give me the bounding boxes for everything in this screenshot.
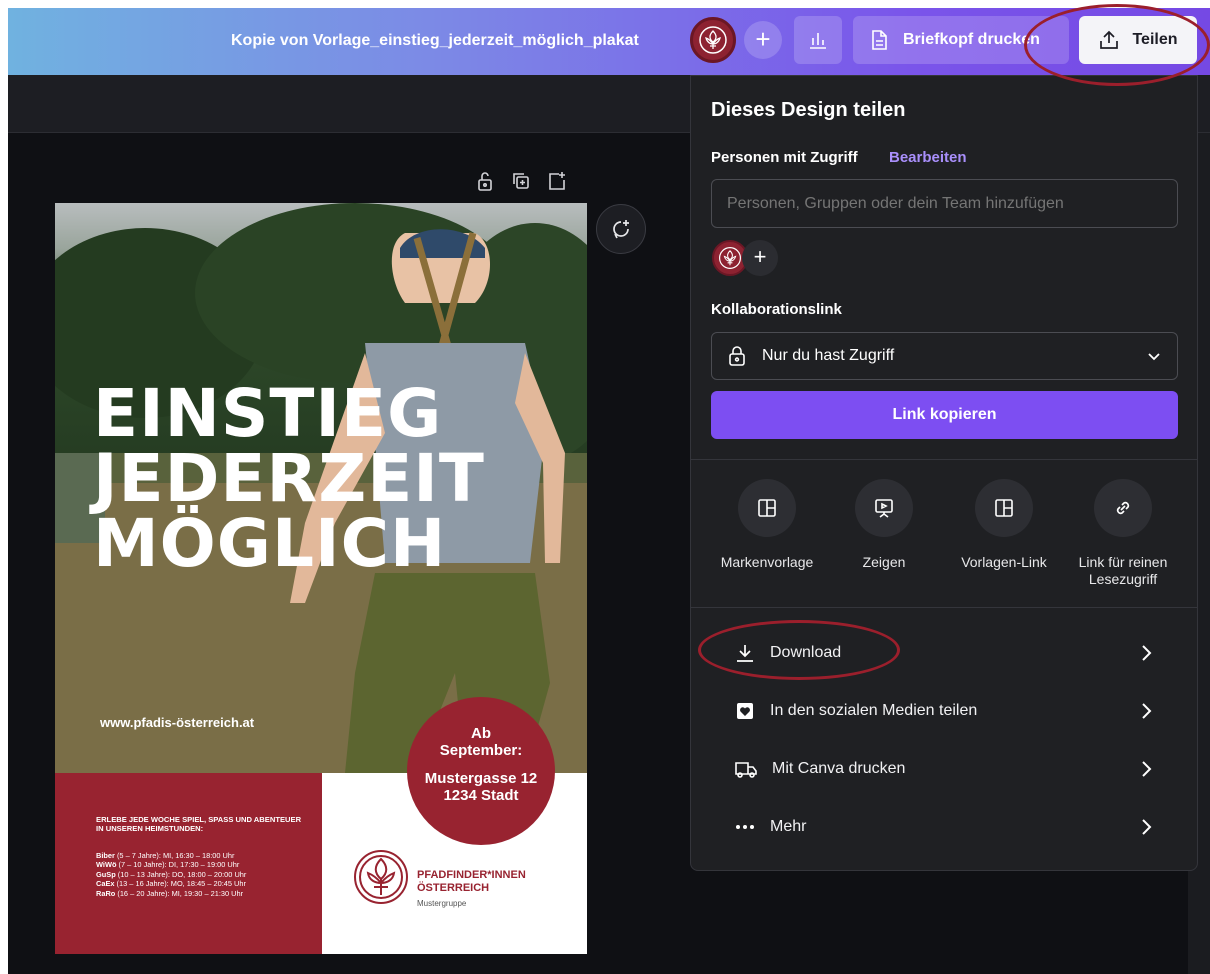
scout-lily-icon	[699, 26, 727, 54]
org-group: Mustergruppe	[417, 899, 467, 908]
address-line-2: 1234 Stadt	[443, 787, 519, 804]
schedule-item: Biber (5 – 7 Jahre): MI, 16:30 – 18:00 U…	[96, 851, 235, 860]
social-share-row[interactable]: In den sozialen Medien teilen	[691, 682, 1197, 740]
option-label: Zeigen	[862, 554, 906, 570]
page-tools	[474, 170, 568, 192]
org-name-line-1: PFADFINDER*INNEN	[417, 869, 526, 881]
heart-icon	[737, 703, 753, 719]
lock-icon	[729, 346, 745, 366]
scout-logo-icon	[354, 850, 408, 904]
add-page-icon[interactable]	[546, 170, 568, 192]
option-label: Markenvorlage	[720, 554, 814, 570]
option-label: Vorlagen-Link	[961, 554, 1047, 570]
access-label: Personen mit Zugriff	[711, 149, 858, 166]
access-level-value: Nur du hast Zugriff	[762, 347, 895, 364]
add-people-input[interactable]	[711, 179, 1178, 228]
org-name: PFADFINDER*INNEN ÖSTERREICH	[417, 869, 526, 895]
poster-headline: EINSTIEG JEDERZEIT MÖGLICH	[93, 375, 485, 582]
add-comment-icon	[613, 220, 629, 239]
org-name-line-2: ÖSTERREICH	[417, 882, 490, 894]
option-present[interactable]: Zeigen	[824, 479, 944, 571]
canva-print-row[interactable]: Mit Canva drucken	[691, 740, 1197, 798]
chevron-down-icon	[1148, 353, 1160, 361]
schedule-box: ERLEBE JEDE WOCHE SPIEL, SPASS UND ABENT…	[55, 773, 322, 954]
add-collaborator-button[interactable]: +	[744, 21, 782, 59]
schedule-intro: ERLEBE JEDE WOCHE SPIEL, SPASS UND ABENT…	[96, 815, 302, 833]
collab-link-label: Kollaborationslink	[711, 301, 842, 318]
annotation-circle-download	[698, 620, 900, 680]
layout-icon	[758, 499, 776, 517]
document-icon	[872, 30, 887, 50]
bar-chart-icon	[810, 33, 826, 49]
chevron-right-icon	[1142, 819, 1152, 835]
annotation-circle-share	[1024, 4, 1210, 86]
share-panel-title: Dieses Design teilen	[711, 99, 906, 121]
date-badge: Ab September: Mustergasse 12 1234 Stadt	[407, 697, 555, 845]
chevron-right-icon	[1142, 703, 1152, 719]
edit-access-link[interactable]: Bearbeiten	[889, 149, 967, 166]
more-row[interactable]: Mehr	[691, 798, 1197, 856]
document-title[interactable]: Kopie von Vorlage_einstieg_jederzeit_mög…	[231, 32, 639, 50]
truck-icon	[735, 762, 757, 778]
link-icon	[1116, 501, 1130, 515]
comment-button[interactable]	[596, 204, 646, 254]
schedule-item: CaEx (13 – 16 Jahre): MO, 18:45 – 20:45 …	[96, 879, 246, 889]
social-share-label: In den sozialen Medien teilen	[770, 702, 978, 719]
headline-line-2: JEDERZEIT	[93, 440, 485, 517]
more-label: Mehr	[770, 818, 807, 835]
user-avatar[interactable]	[690, 17, 736, 63]
schedule-item: RaRo (16 – 20 Jahre): MI, 19:30 – 21:30 …	[96, 888, 244, 898]
schedule-item: GuSp (10 – 13 Jahre): DO, 18:00 – 20:00 …	[96, 869, 247, 879]
divider	[691, 607, 1197, 608]
print-letterhead-label: Briefkopf drucken	[903, 31, 1040, 48]
date-line-1: Ab	[471, 725, 491, 742]
option-brand-template[interactable]: Markenvorlage	[707, 479, 827, 571]
headline-line-3: MÖGLICH	[93, 505, 447, 582]
option-template-link[interactable]: Vorlagen-Link	[944, 479, 1064, 571]
insights-button[interactable]	[794, 16, 842, 64]
headline-line-1: EINSTIEG	[93, 375, 443, 452]
chevron-right-icon	[1142, 645, 1152, 661]
layout-icon	[995, 499, 1013, 517]
schedule-list: Biber (5 – 7 Jahre): MI, 16:30 – 18:00 U…	[96, 851, 246, 898]
chevron-right-icon	[1142, 761, 1152, 777]
panel-add-person-button[interactable]: +	[742, 240, 778, 276]
share-panel: Dieses Design teilen Personen mit Zugrif…	[690, 75, 1198, 871]
poster[interactable]: EINSTIEG JEDERZEIT MÖGLICH www.pfadis-ös…	[55, 203, 587, 954]
access-level-select[interactable]: Nur du hast Zugriff	[711, 332, 1178, 380]
poster-url: www.pfadis-österreich.at	[100, 715, 255, 730]
address-line-1: Mustergasse 12	[424, 770, 538, 787]
schedule-item: WiWö (7 – 10 Jahre): DI, 17:30 – 19:00 U…	[96, 860, 240, 870]
scout-lily-icon	[719, 247, 741, 269]
divider	[691, 459, 1197, 460]
duplicate-page-icon[interactable]	[510, 170, 532, 192]
date-line-2: September:	[439, 742, 523, 759]
canva-print-label: Mit Canva drucken	[772, 760, 906, 777]
option-view-only-link[interactable]: Link für reinen Lesezugriff	[1063, 479, 1183, 588]
present-icon	[875, 499, 893, 518]
lock-icon[interactable]	[474, 170, 496, 192]
copy-link-button[interactable]: Link kopieren	[711, 391, 1178, 439]
more-icon	[736, 825, 754, 829]
option-label: Link für reinen Lesezugriff	[1078, 554, 1168, 587]
